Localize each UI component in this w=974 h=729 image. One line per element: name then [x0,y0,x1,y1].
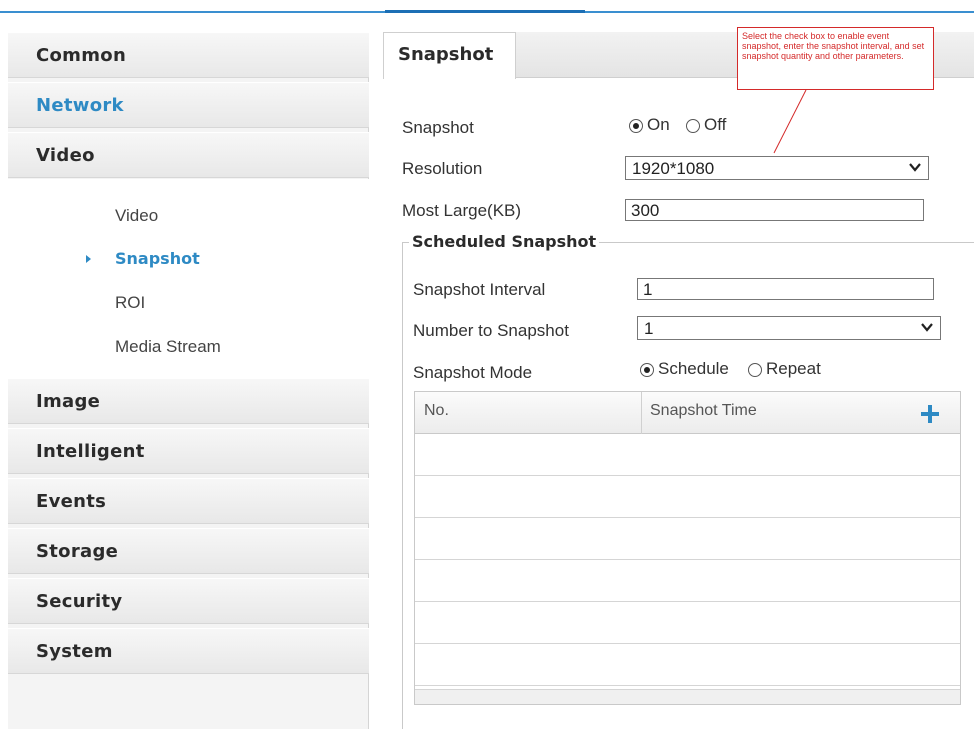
snapshot-on-radio[interactable] [629,119,643,133]
resolution-select[interactable]: 1920*1080 [625,156,929,180]
column-header-no: No. [424,402,449,419]
top-bar [0,0,974,13]
table-row [415,602,960,644]
snapshot-on-label: On [647,115,670,134]
snapshot-interval-label: Snapshot Interval [413,280,546,299]
sidebar-item-system[interactable]: System [8,628,369,674]
tab-snapshot[interactable]: Snapshot [383,32,516,79]
schedule-mode-label: Schedule [658,359,729,378]
sidebar-item-common[interactable]: Common [8,32,369,78]
sidebar-item-security[interactable]: Security [8,578,369,624]
schedule-mode-radio[interactable] [640,363,654,377]
sidebar-item-label: Storage [36,541,119,562]
table-row [415,476,960,518]
table-row [415,518,960,560]
snapshot-interval-value: 1 [643,280,653,299]
snapshot-off-radio[interactable] [686,119,700,133]
snapshot-label: Snapshot [402,118,474,137]
most-large-label: Most Large(KB) [402,201,522,220]
plus-icon[interactable] [919,403,941,425]
most-large-input[interactable]: 300 [625,199,924,221]
submenu-item-video[interactable]: Video [8,196,369,236]
chevron-down-icon [921,323,933,332]
table-row [415,644,960,686]
sidebar-item-label: Video [36,145,95,166]
tab-label: Snapshot [398,44,494,65]
scheduled-snapshot-legend: Scheduled Snapshot [409,232,600,251]
table-row [415,560,960,602]
most-large-value: 300 [631,201,660,220]
sidebar-item-label: System [36,641,113,662]
instruction-callout: Select the check box to enable event sna… [737,27,934,90]
sidebar: Common Network Video Video Snapshot ROI … [8,32,369,729]
sidebar-item-storage[interactable]: Storage [8,528,369,574]
snapshot-off-label: Off [704,115,727,134]
table-row [415,434,960,476]
submenu-item-roi[interactable]: ROI [8,283,369,323]
repeat-mode-label: Repeat [766,359,821,378]
repeat-mode-radio[interactable] [748,363,762,377]
sidebar-item-intelligent[interactable]: Intelligent [8,428,369,474]
top-bar-accent [385,10,585,13]
sidebar-item-label: Network [36,95,124,116]
number-to-snapshot-label: Number to Snapshot [413,321,569,340]
sidebar-item-network[interactable]: Network [8,82,369,128]
sidebar-item-label: Intelligent [36,441,145,462]
submenu-item-label: Snapshot [115,249,200,268]
chevron-down-icon [909,163,921,172]
number-to-snapshot-value: 1 [644,319,654,338]
snapshot-schedule-table: No. Snapshot Time [414,391,961,705]
horizontal-scrollbar[interactable] [415,689,960,704]
submenu-item-label: ROI [115,293,146,312]
submenu-item-label: Media Stream [115,337,221,356]
sidebar-item-video[interactable]: Video [8,132,369,178]
snapshot-interval-input[interactable]: 1 [637,278,934,300]
sidebar-item-events[interactable]: Events [8,478,369,524]
snapshot-mode-label: Snapshot Mode [413,363,533,382]
column-header-snapshot-time: Snapshot Time [650,402,757,419]
sidebar-item-label: Image [36,391,101,412]
sidebar-item-image[interactable]: Image [8,378,369,424]
triangle-right-icon [86,255,91,263]
video-submenu: Video Snapshot ROI Media Stream [8,179,369,399]
sidebar-item-label: Common [36,45,127,66]
resolution-label: Resolution [402,159,483,178]
submenu-item-snapshot[interactable]: Snapshot [8,239,369,279]
number-to-snapshot-select[interactable]: 1 [637,316,941,340]
table-header: No. Snapshot Time [415,392,960,434]
column-divider [641,392,642,434]
sidebar-item-label: Security [36,591,123,612]
submenu-item-media-stream[interactable]: Media Stream [8,327,369,367]
submenu-item-label: Video [115,206,159,225]
sidebar-item-label: Events [36,491,107,512]
resolution-value: 1920*1080 [632,159,715,178]
